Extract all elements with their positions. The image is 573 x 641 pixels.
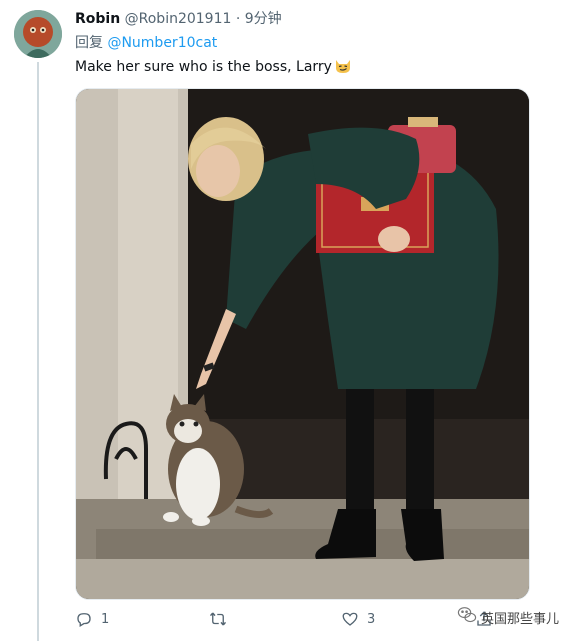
wechat-icon <box>457 606 477 628</box>
reply-context: 回复 @Number10cat <box>75 34 217 52</box>
smirking-cat-emoji-icon <box>334 56 352 79</box>
reply-count: 1 <box>101 611 110 627</box>
thread-line <box>37 62 39 641</box>
retweet-action[interactable] <box>208 610 236 628</box>
reply-icon[interactable] <box>75 610 93 628</box>
tweet-photo[interactable] <box>75 88 530 600</box>
retweet-icon[interactable] <box>208 610 228 628</box>
like-action[interactable]: 3 <box>341 610 375 628</box>
avatar[interactable] <box>14 10 62 58</box>
tweet-body: Make her sure who is the boss, Larry <box>75 59 332 75</box>
heart-icon[interactable] <box>341 610 359 628</box>
tweet-time[interactable]: 9分钟 <box>245 11 282 27</box>
watermark-text: 英国那些事儿 <box>480 611 559 627</box>
reply-mention-link[interactable]: @Number10cat <box>107 35 217 51</box>
tweet-text: Make her sure who is the boss, Larry <box>75 56 352 79</box>
like-count: 3 <box>367 611 376 627</box>
author-name[interactable]: Robin <box>75 11 120 27</box>
watermark: 英国那些事儿 <box>457 606 559 628</box>
reply-prefix: 回复 <box>75 35 103 51</box>
author-handle[interactable]: @Robin201911 <box>125 11 232 27</box>
reply-action[interactable]: 1 <box>75 610 109 628</box>
tweet-header: Robin @Robin201911 · 9分钟 <box>75 10 282 28</box>
separator-dot: · <box>235 11 241 27</box>
